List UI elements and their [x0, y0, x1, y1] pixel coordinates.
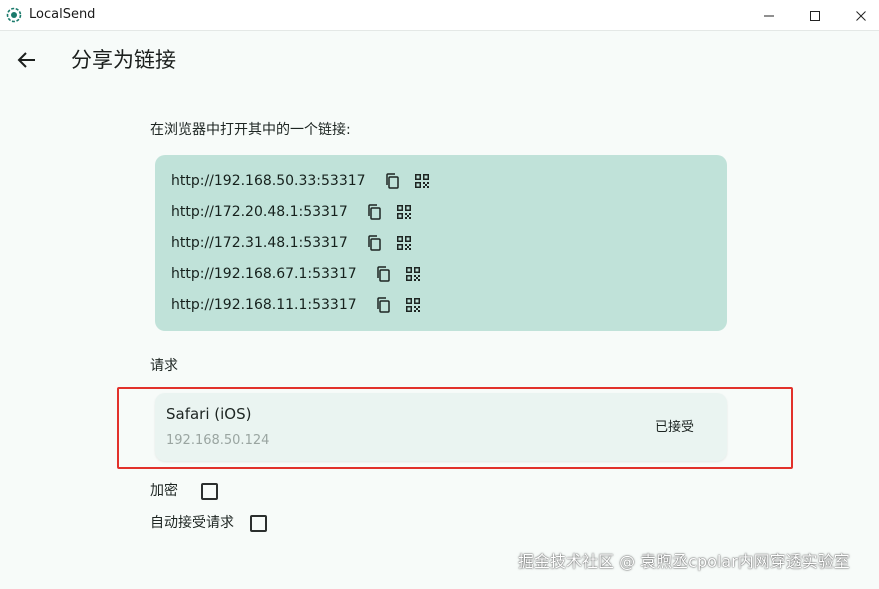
link-url[interactable]: http://172.31.48.1:53317: [171, 233, 348, 253]
encrypt-option: 加密: [150, 480, 218, 502]
close-icon: [856, 10, 866, 21]
encrypt-label: 加密: [150, 483, 178, 499]
minimize-button[interactable]: [746, 0, 792, 31]
link-url[interactable]: http://192.168.50.33:53317: [171, 171, 366, 191]
localsend-logo-icon: [6, 7, 22, 23]
maximize-button[interactable]: [792, 0, 838, 31]
watermark-text: 掘金技术社区 @ 袁煦丞cpolar内网穿透实验室: [518, 552, 850, 571]
auto-accept-option: 自动接受请求: [150, 512, 267, 534]
copy-icon[interactable]: [373, 264, 393, 284]
instruction-text: 在浏览器中打开其中的一个链接:: [150, 122, 351, 138]
window-title: LocalSend: [29, 7, 96, 22]
links-card: http://192.168.50.33:53317 http://172.20…: [155, 155, 727, 331]
minimize-icon: [764, 15, 774, 16]
qr-code-icon[interactable]: [403, 295, 423, 315]
auto-accept-checkbox[interactable]: [250, 514, 267, 532]
link-url[interactable]: http://192.168.67.1:53317: [171, 264, 357, 284]
qr-code-icon[interactable]: [394, 202, 414, 222]
link-row: http://172.31.48.1:53317: [171, 233, 414, 253]
copy-icon[interactable]: [364, 202, 384, 222]
link-row: http://192.168.67.1:53317: [171, 264, 423, 284]
request-device-ip: 192.168.50.124: [166, 433, 270, 448]
request-card[interactable]: Safari (iOS) 192.168.50.124 已接受: [155, 393, 727, 461]
auto-accept-label: 自动接受请求: [150, 515, 234, 531]
qr-code-icon[interactable]: [412, 171, 432, 191]
qr-code-icon[interactable]: [403, 264, 423, 284]
link-url[interactable]: http://172.20.48.1:53317: [171, 202, 348, 222]
close-button[interactable]: [838, 0, 879, 31]
window-titlebar: LocalSend: [0, 0, 879, 31]
copy-icon[interactable]: [364, 233, 384, 253]
encrypt-checkbox[interactable]: [201, 482, 218, 500]
link-url[interactable]: http://192.168.11.1:53317: [171, 295, 357, 315]
page-title: 分享为链接: [71, 48, 176, 72]
requests-label: 请求: [150, 358, 178, 374]
maximize-icon: [810, 10, 820, 21]
copy-icon[interactable]: [382, 171, 402, 191]
link-row: http://192.168.11.1:53317: [171, 295, 423, 315]
arrow-left-icon: [17, 52, 35, 68]
request-device-name: Safari (iOS): [166, 405, 252, 423]
copy-icon[interactable]: [373, 295, 393, 315]
link-row: http://172.20.48.1:53317: [171, 202, 414, 222]
back-button[interactable]: [12, 46, 42, 74]
link-row: http://192.168.50.33:53317: [171, 171, 432, 191]
qr-code-icon[interactable]: [394, 233, 414, 253]
request-status: 已接受: [655, 420, 695, 435]
